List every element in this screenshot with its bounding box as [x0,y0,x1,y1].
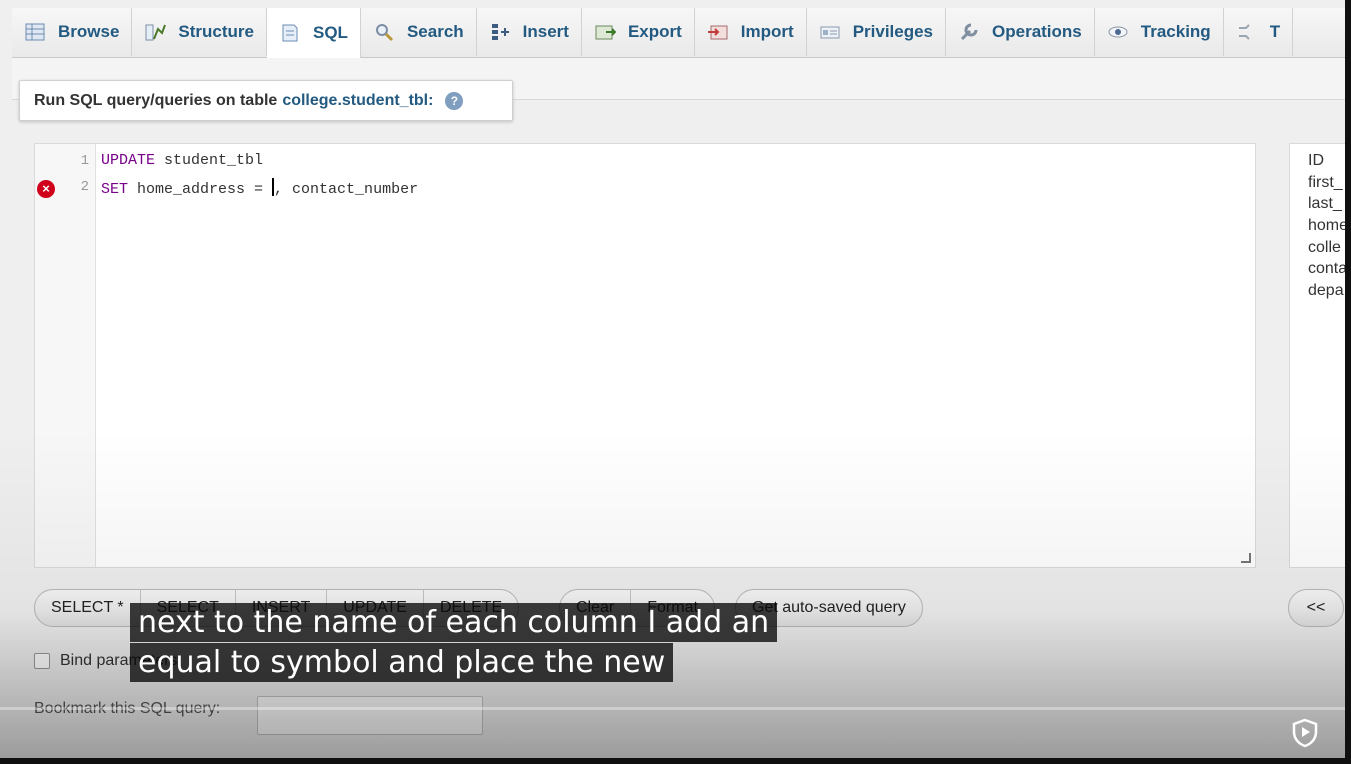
tab-import-label: Import [740,22,794,41]
import-icon [707,21,729,43]
sql-keyword: SET [101,181,129,198]
line-number: 1 [80,153,89,169]
tab-triggers-label: T [1269,22,1281,41]
tab-export[interactable]: Export [582,8,695,56]
query-title-prefix: Run SQL query/queries on table [34,91,278,109]
column-item[interactable]: colle [1308,239,1345,261]
phpmyadmin-window: Browse Structure SQL Search Insert Expor… [0,0,1345,758]
tab-insert-label: Insert [522,22,569,41]
tab-tracking-label: Tracking [1140,22,1211,41]
column-item[interactable]: first_ [1308,174,1345,196]
query-title: Run SQL query/queries on table college.s… [19,80,513,121]
tab-search-label: Search [406,22,464,41]
tab-privileges-label: Privileges [852,22,934,41]
video-progress-bar[interactable] [0,707,1345,710]
sql-editor[interactable]: 1 2 × UPDATE student_tbl SET home_addres… [34,143,1256,568]
shield-icon[interactable] [1290,718,1320,748]
tab-import[interactable]: Import [695,8,807,56]
code-text: home_address = [128,181,273,198]
line-gutter: 1 2 × [35,144,96,567]
select-star-button[interactable]: SELECT * [35,590,141,626]
tab-search[interactable]: Search [361,8,477,56]
code-line-2[interactable]: SET home_address = , contact_number [101,178,418,198]
eye-icon [1107,21,1129,43]
sql-keyword: UPDATE [101,152,156,169]
help-icon[interactable]: ? [445,91,464,110]
tab-insert[interactable]: Insert [477,8,582,56]
tab-operations[interactable]: Operations [946,8,1095,56]
browse-icon [24,21,46,43]
code-text: student_tbl [155,152,264,169]
search-icon [373,21,395,43]
resize-handle[interactable] [1241,553,1251,563]
column-item[interactable]: conta [1308,260,1345,282]
collapse-columns-button[interactable]: << [1288,589,1344,627]
window-edge [1345,0,1351,764]
sql-icon [279,22,301,44]
tab-tracking[interactable]: Tracking [1095,8,1224,56]
tab-sql[interactable]: SQL [267,8,361,58]
privileges-icon [819,21,841,43]
code-line-1[interactable]: UPDATE student_tbl [101,152,263,169]
subtitle-line-1: next to the name of each column I add an [130,603,778,642]
tab-triggers[interactable]: T [1224,8,1294,56]
window-edge [0,758,1351,764]
tab-operations-label: Operations [992,22,1082,41]
bind-parameters-checkbox[interactable] [34,653,50,669]
table-link[interactable]: college.student_tbl: [282,92,433,110]
export-icon [594,21,617,43]
column-item[interactable]: depa [1308,282,1345,304]
code-text: , contact_number [274,181,419,198]
error-icon[interactable]: × [37,180,55,198]
column-item[interactable]: home [1308,217,1345,239]
tab-browse[interactable]: Browse [12,8,133,56]
wrench-icon [958,21,980,43]
column-item[interactable]: ID [1308,152,1345,174]
structure-icon [144,21,167,43]
tab-export-label: Export [627,22,682,41]
columns-list[interactable]: ID first_ last_ home colle conta depa [1289,143,1345,568]
line-number: 2 [80,179,89,195]
bookmark-input[interactable] [257,696,483,735]
insert-icon [489,21,511,43]
subtitle-line-2: equal to symbol and place the new [130,643,674,682]
tab-sql-label: SQL [313,23,348,42]
tab-structure[interactable]: Structure [132,8,267,56]
column-item[interactable]: last_ [1308,195,1345,217]
tab-browse-label: Browse [58,22,120,41]
tab-bar: Browse Structure SQL Search Insert Expor… [12,8,1345,58]
tab-privileges[interactable]: Privileges [807,8,947,56]
triggers-icon [1236,21,1258,43]
tab-structure-label: Structure [178,22,254,41]
